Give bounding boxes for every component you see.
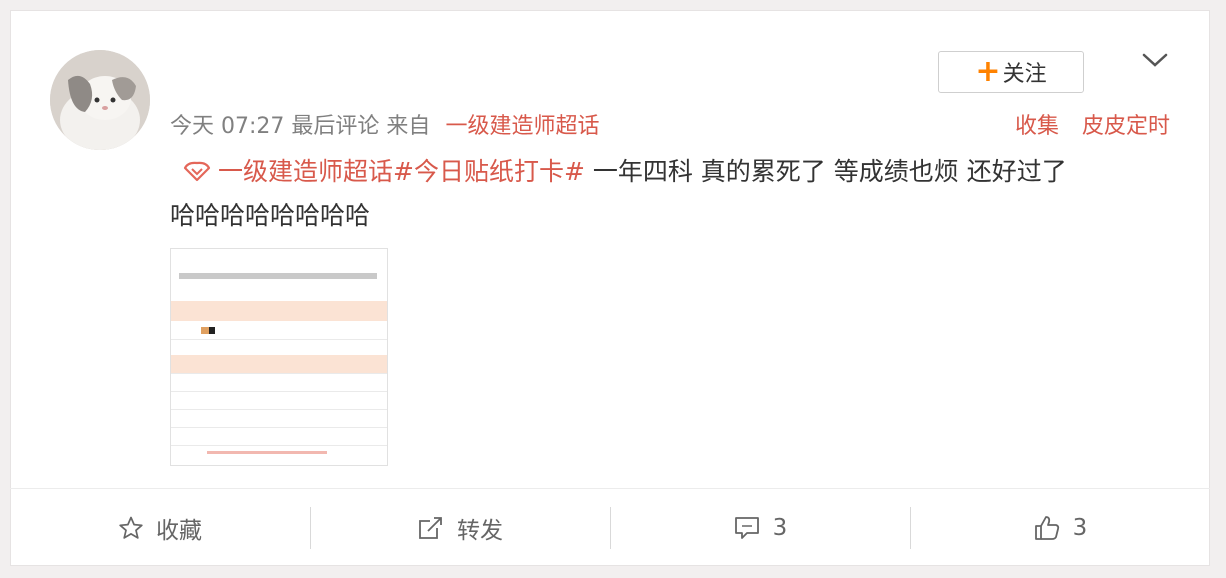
post-meta: 今天 07:27 最后评论 来自 一级建造师超话 [170, 108, 599, 140]
thumb-row [171, 339, 387, 340]
follow-button[interactable]: + 关注 [938, 51, 1084, 93]
post-text-line1: 一年四科 真的累死了 等成绩也烦 还好过了 [584, 157, 1067, 186]
like-icon [1034, 515, 1059, 540]
thumb-row [171, 445, 387, 446]
comment-button[interactable]: 3 [610, 489, 910, 566]
plus-icon: + [975, 54, 1001, 89]
thumb-row [171, 391, 387, 392]
thumb-mark [201, 327, 209, 334]
like-button[interactable]: 3 [910, 489, 1210, 566]
star-icon [119, 516, 143, 539]
avatar-cat-image [50, 50, 150, 150]
action-bar: 收藏 转发 3 3 [10, 488, 1210, 566]
post-image-thumbnail[interactable] [170, 248, 388, 466]
from-label: 来自 [386, 114, 431, 139]
post-timestamp: 今天 07:27 [170, 114, 285, 139]
scheduler-link[interactable]: 皮皮定时 [1082, 114, 1170, 139]
thumb-row [171, 373, 387, 374]
favorite-button[interactable]: 收藏 [10, 489, 310, 566]
favorite-label: 收藏 [156, 517, 202, 544]
thumb-row [171, 409, 387, 410]
thumb-row [171, 427, 387, 428]
thumb-header-band [171, 301, 387, 321]
post-body: 一级建造师超话#今日贴纸打卡# 一年四科 真的累死了 等成绩也烦 还好过了 哈哈… [170, 150, 1170, 238]
thumb-mark [209, 327, 215, 334]
repost-label: 转发 [457, 517, 503, 544]
avatar[interactable] [50, 50, 150, 150]
collect-link[interactable]: 收集 [1015, 114, 1059, 139]
chevron-down-icon[interactable] [1140, 50, 1170, 70]
topic-link[interactable]: 一级建造师超话#今日贴纸打卡# [218, 157, 585, 186]
last-comment-label: 最后评论 [291, 114, 380, 139]
like-count: 3 [1072, 514, 1088, 541]
repost-button[interactable]: 转发 [310, 489, 610, 566]
thumb-section-band [171, 355, 387, 373]
post-text-line2: 哈哈哈哈哈哈哈哈 [170, 201, 371, 230]
comment-count: 3 [772, 514, 788, 541]
comment-icon [734, 516, 759, 539]
thumb-footer-line [207, 451, 327, 454]
thumb-title-line [179, 273, 377, 279]
repost-icon [419, 516, 442, 539]
source-link[interactable]: 一级建造师超话 [445, 114, 599, 139]
supertopic-icon [183, 161, 211, 182]
follow-label: 关注 [1002, 62, 1047, 87]
right-links: 收集 皮皮定时 [999, 108, 1170, 140]
